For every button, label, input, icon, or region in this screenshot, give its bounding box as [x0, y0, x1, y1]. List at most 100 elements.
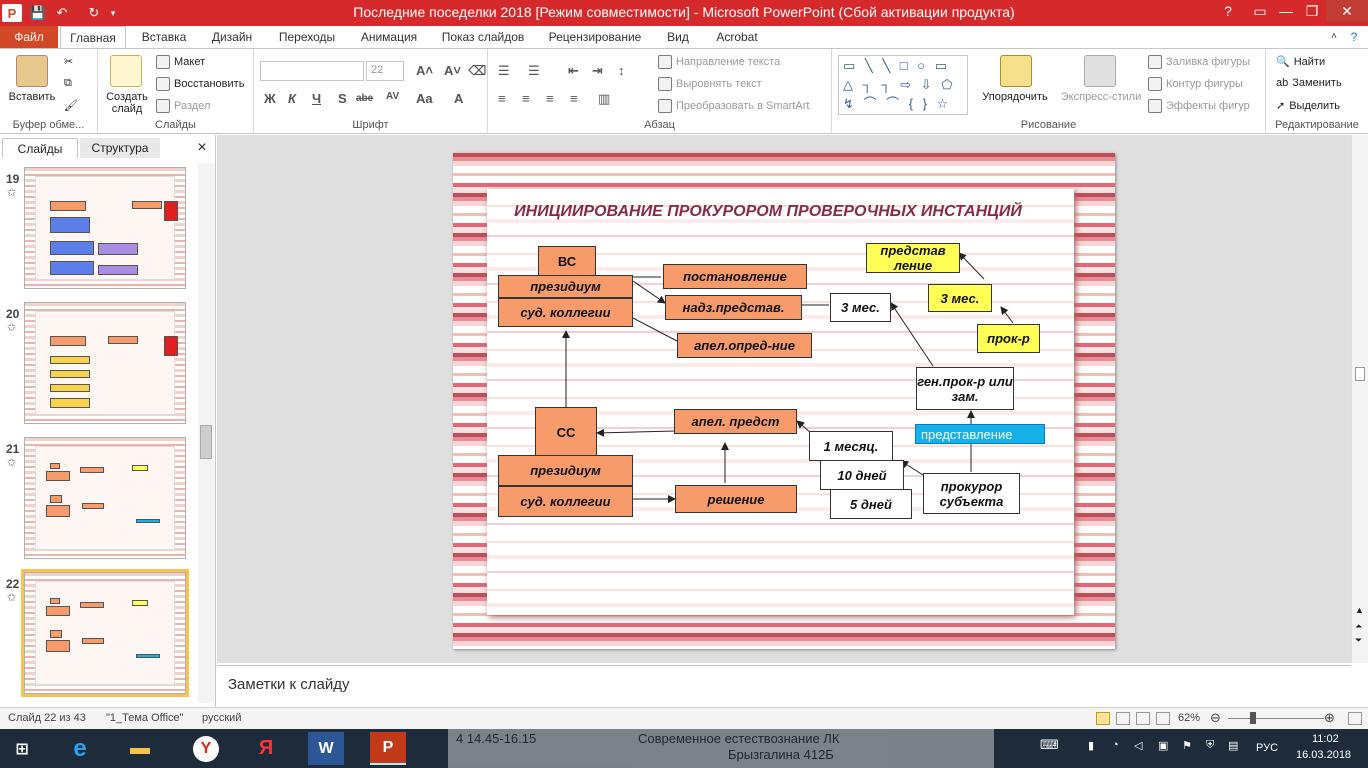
- zoom-slider-thumb[interactable]: [1250, 712, 1256, 724]
- new-slide-button[interactable]: Создать слайд: [100, 91, 154, 115]
- box-prok-r[interactable]: прок-р: [977, 324, 1040, 353]
- quick-styles-icon[interactable]: [1084, 55, 1116, 87]
- italic-button[interactable]: К: [288, 91, 296, 106]
- box-1-month[interactable]: 1 месяц.: [809, 431, 893, 461]
- slide-thumbnail[interactable]: [24, 437, 186, 559]
- internet-explorer-icon[interactable]: e: [58, 732, 102, 765]
- fit-slide-icon[interactable]: [1348, 712, 1362, 725]
- grow-font-icon[interactable]: A˄: [416, 63, 433, 78]
- box-predstavlenie-blue[interactable]: представление: [915, 424, 1045, 444]
- tab-acrobat[interactable]: Acrobat: [706, 26, 768, 48]
- box-apel-opred[interactable]: апел.опред-ние: [677, 333, 812, 358]
- word-icon[interactable]: W: [308, 732, 344, 765]
- tab-animation[interactable]: Анимация: [352, 26, 426, 48]
- slide-thumbnail[interactable]: [24, 302, 186, 424]
- prev-slide-icon[interactable]: ⏶: [1355, 621, 1362, 632]
- text-direction-button[interactable]: Направление текста: [676, 56, 780, 68]
- format-painter-icon[interactable]: 🖌: [64, 99, 78, 112]
- clear-formatting-icon[interactable]: ⌫: [468, 63, 486, 79]
- select-button[interactable]: Выделить: [1289, 100, 1340, 112]
- strikethrough-button[interactable]: abe: [356, 93, 373, 104]
- align-right-icon[interactable]: ≡: [546, 91, 554, 106]
- tab-design[interactable]: Дизайн: [202, 26, 262, 48]
- box-sud-top[interactable]: суд. коллегии: [498, 298, 633, 327]
- keyboard-icon[interactable]: ⌨: [1040, 737, 1059, 753]
- volume-icon[interactable]: ◁: [1134, 739, 1142, 752]
- smartart-button[interactable]: Преобразовать в SmartArt: [676, 100, 809, 112]
- tab-review[interactable]: Рецензирование: [540, 26, 650, 48]
- find-button[interactable]: Найти: [1294, 56, 1325, 68]
- cut-icon[interactable]: ✂: [64, 55, 73, 68]
- bold-button[interactable]: Ж: [264, 91, 276, 106]
- shapes-row-2[interactable]: △ ┐ ┐ ⇨ ⇩ ⬠: [843, 75, 967, 94]
- box-prokuror-subjekta[interactable]: прокурор субъекта: [923, 473, 1020, 514]
- arrange-icon[interactable]: [1000, 55, 1032, 87]
- next-slide-icon[interactable]: ⏷: [1355, 635, 1362, 646]
- decrease-indent-icon[interactable]: ⇤: [568, 63, 579, 79]
- box-3-months[interactable]: 3 мес.: [830, 293, 891, 322]
- clock-time[interactable]: 11:02: [1312, 733, 1339, 745]
- powerpoint-taskbar-icon[interactable]: P: [370, 732, 406, 765]
- slide-title[interactable]: ИНИЦИИРОВАНИЕ ПРОКУРОРОМ ПРОВЕРОЧНЫХ ИНС…: [503, 202, 1033, 221]
- shape-fill-button[interactable]: Заливка фигуры: [1166, 56, 1250, 68]
- box-ss[interactable]: СС: [535, 407, 597, 457]
- clipboard-icon[interactable]: ▤: [1228, 739, 1238, 752]
- theme-name[interactable]: "1_Тема Office": [106, 712, 184, 724]
- numbering-icon[interactable]: ☰: [528, 63, 540, 79]
- box-nadz-predstav[interactable]: надз.представ.: [665, 295, 802, 320]
- shape-outline-button[interactable]: Контур фигуры: [1166, 78, 1243, 90]
- shrink-font-icon[interactable]: A˅: [444, 63, 461, 78]
- network-icon[interactable]: ◔: [1112, 739, 1119, 751]
- underline-button[interactable]: Ч: [312, 91, 321, 106]
- box-3-months-yellow[interactable]: 3 мес.: [928, 284, 992, 312]
- slide-sorter-icon[interactable]: [1116, 712, 1130, 725]
- scroll-up-icon[interactable]: ▲: [1355, 605, 1364, 615]
- box-5-days[interactable]: 5 дней: [830, 489, 912, 519]
- shapes-gallery[interactable]: ▭ ╲ ╲ □ ○ ▭ △ ┐ ┐ ⇨ ⇩ ⬠ ↯ ⌒ ⌒ { } ☆: [838, 55, 968, 115]
- vertical-scrollbar[interactable]: ▲ ⏶ ⏷: [1351, 135, 1368, 663]
- section-button[interactable]: Раздел: [174, 100, 210, 112]
- action-center-icon[interactable]: ▣: [1158, 739, 1168, 752]
- collapse-ribbon-icon[interactable]: ˄: [1326, 26, 1342, 48]
- replace-button[interactable]: Заменить: [1292, 77, 1341, 89]
- input-language[interactable]: РУС: [1256, 742, 1278, 754]
- clock-date[interactable]: 16.03.2018: [1296, 749, 1351, 761]
- align-center-icon[interactable]: ≡: [522, 91, 530, 106]
- antivirus-icon[interactable]: ⛨: [1206, 739, 1214, 752]
- tab-file[interactable]: Файл: [0, 26, 58, 48]
- char-spacing-button[interactable]: AV: [386, 91, 399, 102]
- yandex-icon[interactable]: Я: [244, 732, 288, 765]
- paste-icon[interactable]: [16, 55, 48, 87]
- box-gen-prok[interactable]: ген.прок-р или зам.: [916, 367, 1014, 410]
- scrollbar-thumb[interactable]: [200, 425, 212, 459]
- tab-view[interactable]: Вид: [658, 26, 698, 48]
- normal-view-icon[interactable]: [1096, 712, 1110, 725]
- justify-icon[interactable]: ≡: [570, 91, 578, 106]
- battery-icon[interactable]: ▮: [1088, 739, 1094, 752]
- shapes-row-1[interactable]: ▭ ╲ ╲ □ ○ ▭: [843, 56, 967, 75]
- box-apel-predst[interactable]: апел. предст: [674, 409, 797, 434]
- zoom-out-icon[interactable]: ⊖: [1210, 710, 1221, 726]
- shape-effects-button[interactable]: Эффекты фигур: [1166, 100, 1250, 112]
- arrange-button[interactable]: Упорядочить: [972, 91, 1058, 103]
- box-reshenie[interactable]: решение: [675, 485, 797, 513]
- zoom-level[interactable]: 62%: [1178, 712, 1200, 724]
- slides-pane-scrollbar[interactable]: [198, 163, 214, 703]
- tab-slideshow[interactable]: Показ слайдов: [434, 26, 532, 48]
- font-color-button[interactable]: A: [454, 91, 463, 106]
- close-pane-button[interactable]: ×: [192, 138, 212, 158]
- scrollbar-thumb[interactable]: [1355, 367, 1365, 381]
- align-left-icon[interactable]: ≡: [498, 91, 506, 106]
- box-presidium-bottom[interactable]: президиум: [498, 455, 633, 486]
- align-text-button[interactable]: Выровнять текст: [676, 78, 762, 90]
- slide-thumbnail[interactable]: [24, 167, 186, 289]
- close-button[interactable]: ✕: [1326, 0, 1368, 22]
- layout-button[interactable]: Макет: [174, 56, 205, 68]
- box-10-days[interactable]: 10 дней: [820, 460, 904, 490]
- font-size-combo[interactable]: 22: [366, 61, 404, 81]
- tab-home[interactable]: Главная: [60, 26, 126, 49]
- slide-thumbnail-selected[interactable]: [21, 569, 189, 697]
- language[interactable]: русский: [202, 712, 241, 724]
- notes-area[interactable]: Заметки к слайду: [217, 665, 1351, 705]
- font-name-combo[interactable]: [260, 61, 364, 81]
